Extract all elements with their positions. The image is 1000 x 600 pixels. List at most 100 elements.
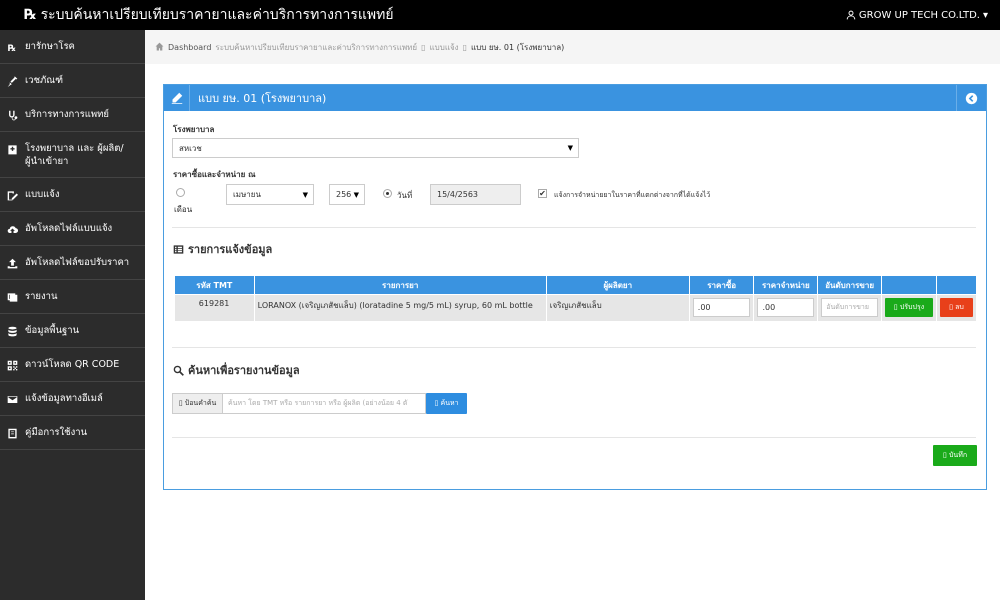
caret-down-icon: ▼: [353, 190, 359, 199]
price-at-label: ราคาซื้อและจำหน่าย ณ: [173, 170, 256, 179]
sidebar-item-supplies[interactable]: เวชภัณฑ์: [0, 64, 145, 98]
date-input-value: 15/4/2563: [437, 190, 479, 199]
save-button[interactable]: ▯ บันทึก: [933, 445, 977, 466]
search-button[interactable]: ▯ ค้นหา: [426, 393, 467, 414]
year-select-value: 256: [336, 190, 352, 199]
cell-tmt: 619281: [174, 294, 255, 321]
sidebar-item-forms[interactable]: แบบแจ้ง: [0, 178, 145, 212]
table-row: 619281 LORANOX (เจริญเภสัชแล็บ) (loratad…: [174, 294, 978, 321]
sidebar-item-label: คู่มือการใช้งาน: [25, 427, 88, 438]
year-select[interactable]: 256 ▼: [329, 184, 365, 205]
user-menu[interactable]: GROW UP TECH CO.LTD. ▾: [846, 10, 988, 21]
panel-title: แบบ ยษ. 01 (โรงพยาบาล): [198, 92, 327, 105]
stethoscope-icon: [6, 109, 18, 121]
rx-icon: ℞: [6, 41, 18, 53]
arrow-left-circle-icon: [965, 92, 978, 104]
user-name: GROW UP TECH CO.LTD.: [858, 9, 980, 21]
buy-price-input[interactable]: .00: [692, 298, 751, 318]
upload-icon: [6, 257, 18, 269]
divider: [172, 437, 976, 438]
col-sell-price: ราคาจำหน่าย: [753, 275, 819, 295]
col-buy-price: ราคาซื้อ: [688, 275, 755, 295]
panel-header: แบบ ยษ. 01 (โรงพยาบาล): [164, 85, 986, 111]
cell-sell-price: .00: [753, 294, 819, 321]
breadcrumb-current: แบบ ยษ. 01 (โรงพยาบาล): [470, 42, 565, 52]
user-icon: [846, 10, 856, 20]
sidebar-item-upload-forms[interactable]: อัพโหลดไฟล์แบบแจ้ง: [0, 212, 145, 246]
hospital-label: โรงพยาบาล: [173, 125, 215, 134]
sidebar-item-label: ยารักษาโรค: [25, 41, 75, 52]
breadcrumb-level1-link[interactable]: ระบบค้นหาเปรียบเทียบราคายาและค่าบริการทา…: [215, 41, 417, 54]
cell-maker: เจริญเภสัชแล็บ: [546, 294, 690, 321]
sell-price-input[interactable]: .00: [757, 298, 815, 318]
sidebar-item-hospitals[interactable]: โรงพยาบาล และ ผู้ผลิต/ผู้นำเข้ายา: [0, 132, 145, 178]
back-button[interactable]: [956, 85, 986, 111]
qrcode-icon: [6, 359, 18, 371]
report-icon: [6, 291, 18, 303]
rx-logo-icon: ℞: [24, 7, 37, 23]
hospital-select-value: สหเวช: [179, 143, 202, 153]
col-maker: ผู้ผลิตยา: [545, 275, 690, 295]
date-radio[interactable]: [383, 189, 392, 198]
hospital-select[interactable]: สหเวช ▼: [172, 138, 579, 158]
cell-update: ▯ ปรับปรุง: [881, 294, 937, 321]
sidebar-item-label: ดาวน์โหลด QR CODE: [25, 359, 120, 370]
sidebar-item-reports[interactable]: รายงาน: [0, 280, 145, 314]
notify-different-price-label: แจ้งการจำหน่ายยาในราคาที่แตกต่างจากที่ได…: [554, 191, 711, 199]
date-input[interactable]: 15/4/2563: [430, 184, 521, 205]
month-select[interactable]: เมษายน ▼: [226, 184, 314, 205]
svg-text:℞: ℞: [7, 43, 15, 52]
search-section-title: ค้นหาเพื่อรายงานข้อมูล: [173, 361, 300, 379]
search-section-label: ค้นหาเพื่อรายงานข้อมูล: [188, 364, 300, 377]
col-drug: รายการยา: [253, 275, 547, 295]
email-icon: [6, 393, 18, 405]
sidebar-item-manual[interactable]: คู่มือการใช้งาน: [0, 416, 145, 450]
sidebar-item-label: อัพโหลดไฟล์แบบแจ้ง: [25, 223, 113, 234]
breadcrumb-dashboard-link[interactable]: Dashboard: [168, 43, 211, 52]
search-icon: [173, 365, 184, 376]
items-section-label: รายการแจ้งข้อมูล: [188, 243, 273, 256]
rank-input[interactable]: อันดับการขาย: [821, 298, 878, 318]
table-header-row: รหัส TMT รายการยา ผู้ผลิตยา ราคาซื้อ ราค…: [174, 275, 978, 295]
caret-down-icon: ▾: [982, 9, 988, 21]
sidebar-item-email[interactable]: แจ้งข้อมูลทางอีเมล์: [0, 382, 145, 416]
list-icon: [173, 244, 184, 254]
caret-down-icon: ▼: [302, 190, 308, 199]
notify-different-price-checkbox[interactable]: ✔: [538, 189, 547, 198]
sidebar-item-medical-services[interactable]: บริการทางการแพทย์: [0, 98, 145, 132]
cell-drug: LORANOX (เจริญเภสัชแล็บ) (loratadine 5 m…: [254, 294, 547, 321]
sidebar-item-base-data[interactable]: ข้อมูลพื้นฐาน: [0, 314, 145, 348]
col-tmt: รหัส TMT: [174, 275, 255, 295]
col-rank: อันดับการขาย: [817, 275, 882, 295]
col-delete: [935, 275, 978, 295]
form-panel: แบบ ยษ. 01 (โรงพยาบาล) โรงพยาบาล สหเวช ▼…: [163, 84, 987, 490]
search-group: ▯ ป้อนคำค้น ค้นหา โดย TMT หรือ รายการยา …: [172, 393, 467, 414]
delete-button[interactable]: ▯ ลบ: [939, 298, 973, 318]
sidebar-item-label: อัพโหลดไฟล์ขอปรับราคา: [25, 257, 130, 268]
cell-rank: อันดับการขาย: [817, 294, 882, 321]
col-update: [880, 275, 937, 295]
breadcrumb-level2-link[interactable]: แบบแจ้ง: [430, 41, 459, 54]
date-radio-label: วันที่: [397, 191, 413, 200]
items-table: รหัส TMT รายการยา ผู้ผลิตยา ราคาซื้อ ราค…: [174, 275, 978, 321]
sidebar-item-qrcode[interactable]: ดาวน์โหลด QR CODE: [0, 348, 145, 382]
sidebar: ℞ ยารักษาโรค เวชภัณฑ์ บริการทางการแพทย์ …: [0, 30, 145, 600]
month-radio[interactable]: [176, 188, 185, 197]
caret-down-icon: ▼: [567, 144, 573, 152]
manual-icon: [6, 427, 18, 439]
hospital-icon: [6, 143, 18, 155]
app-title: ระบบค้นหาเปรียบเทียบราคายาและค่าบริการทา…: [40, 7, 394, 23]
divider: [172, 347, 976, 348]
month-radio-label: เดือน: [174, 205, 193, 214]
home-icon: [155, 42, 164, 53]
app-brand[interactable]: ℞ ระบบค้นหาเปรียบเทียบราคายาและค่าบริการ…: [24, 4, 394, 26]
month-select-value: เมษายน: [233, 190, 261, 199]
sidebar-item-upload-price[interactable]: อัพโหลดไฟล์ขอปรับราคา: [0, 246, 145, 280]
sidebar-item-drugs[interactable]: ℞ ยารักษาโรค: [0, 30, 145, 64]
update-button[interactable]: ▯ ปรับปรุง: [884, 298, 933, 318]
syringe-icon: [6, 75, 18, 87]
cell-delete: ▯ ลบ: [936, 294, 978, 321]
pencil-icon: [164, 85, 190, 111]
edit-form-icon: [6, 189, 18, 201]
search-input[interactable]: ค้นหา โดย TMT หรือ รายการยา หรือ ผู้ผลิต…: [223, 393, 426, 414]
